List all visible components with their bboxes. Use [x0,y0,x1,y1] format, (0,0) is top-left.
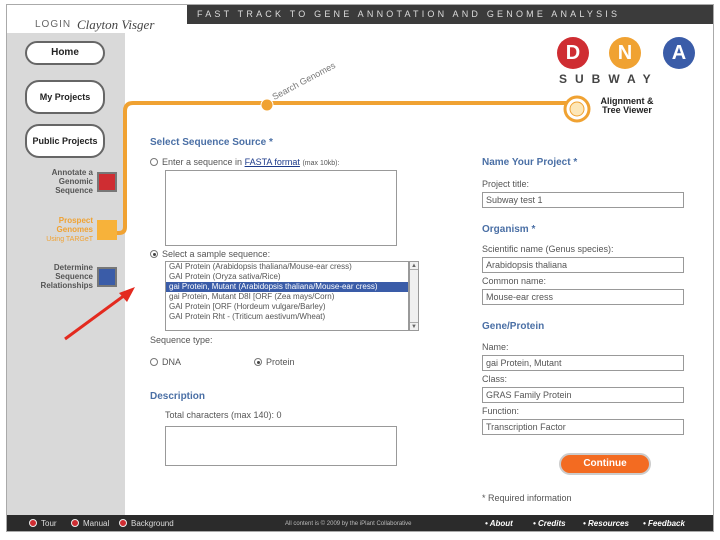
resources-link[interactable]: • Resources [583,519,629,528]
gene-function-input[interactable]: Transcription Factor [482,419,684,435]
sample-radio[interactable] [150,250,158,258]
sample-option-4[interactable]: GAI Protein [ORF (Hordeum vulgare/Barley… [166,302,408,312]
common-name-input[interactable]: Mouse-ear cress [482,289,684,305]
gene-class-input[interactable]: GRAS Family Protein [482,387,684,403]
search-station-icon[interactable] [260,98,274,112]
gene-name-input[interactable]: gai Protein, Mutant [482,355,684,371]
sample-option-0[interactable]: GAI Protein (Arabidopsis thaliana/Mouse-… [166,262,408,272]
sci-name-label: Scientific name (Genus species): [482,244,614,254]
manual-link[interactable]: Manual [71,519,109,528]
protein-option[interactable]: Protein [254,357,295,367]
description-title: Description [150,391,206,402]
red-arrow-icon [64,287,135,341]
common-name-label: Common name: [482,276,547,286]
about-link[interactable]: • About [485,519,513,528]
credits-link[interactable]: • Credits [533,519,566,528]
fasta-link[interactable]: FASTA format [245,157,300,167]
manual-dot-icon [71,519,79,527]
gene-name-label: Name: [482,342,509,352]
background-dot-icon [119,519,127,527]
sequence-textarea[interactable] [165,170,397,246]
dna-option[interactable]: DNA [150,357,181,367]
tour-dot-icon [29,519,37,527]
logo-a-icon: A [663,37,695,69]
alignment-station-label: Alignment & Tree Viewer [600,96,654,115]
paste-option[interactable]: Enter a sequence in FASTA format (max 10… [150,157,339,167]
background-link[interactable]: Background [119,519,174,528]
logo-d-icon: D [557,37,589,69]
feedback-link[interactable]: • Feedback [643,519,685,528]
copyright-text: All content is © 2009 by the iPlant Coll… [285,521,412,527]
sample-option-5[interactable]: GAI Protein Rht - (Triticum aestivum/Whe… [166,312,408,322]
scroll-down-icon[interactable]: ▼ [410,322,418,330]
app-window: FAST TRACK TO GENE ANNOTATION AND GENOME… [6,4,714,532]
dna-radio[interactable] [150,358,158,366]
gene-class-label: Class: [482,374,508,384]
logo-n-icon: N [609,37,641,69]
project-title-input[interactable]: Subway test 1 [482,192,684,208]
sequence-type-label: Sequence type: [150,335,213,345]
sample-list-scrollbar[interactable]: ▲ ▼ [409,261,419,331]
source-title: Select Sequence Source * [150,137,273,148]
sample-option[interactable]: Select a sample sequence: [150,249,270,259]
gene-function-label: Function: [482,406,520,416]
project-title-label: Project title: [482,179,530,189]
logo-subway-text: SUBWAY [559,72,659,86]
sci-name-input[interactable]: Arabidopsis thaliana [482,257,684,273]
sample-option-1[interactable]: GAI Protein (Oryza sativa/Rice) [166,272,408,282]
organism-title: Organism * [482,224,536,235]
project-title: Name Your Project * [482,157,578,168]
description-counter: Total characters (max 140): 0 [165,410,282,420]
protein-radio[interactable] [254,358,262,366]
tour-link[interactable]: Tour [29,519,57,528]
sample-sequence-list[interactable]: GAI Protein (Arabidopsis thaliana/Mouse-… [165,261,409,331]
description-textarea[interactable] [165,426,397,466]
sample-option-2[interactable]: gai Protein, Mutant (Arabidopsis thalian… [166,282,408,292]
required-note: * Required information [482,493,572,503]
gene-title: Gene/Protein [482,321,545,332]
continue-button[interactable]: Continue [559,453,651,475]
scroll-up-icon[interactable]: ▲ [410,262,418,270]
paste-radio[interactable] [150,158,158,166]
footer-bar: Tour Manual Background All content is © … [7,515,713,531]
sample-option-3[interactable]: gai Protein, Mutant D8I [ORF (Zea mays/C… [166,292,408,302]
